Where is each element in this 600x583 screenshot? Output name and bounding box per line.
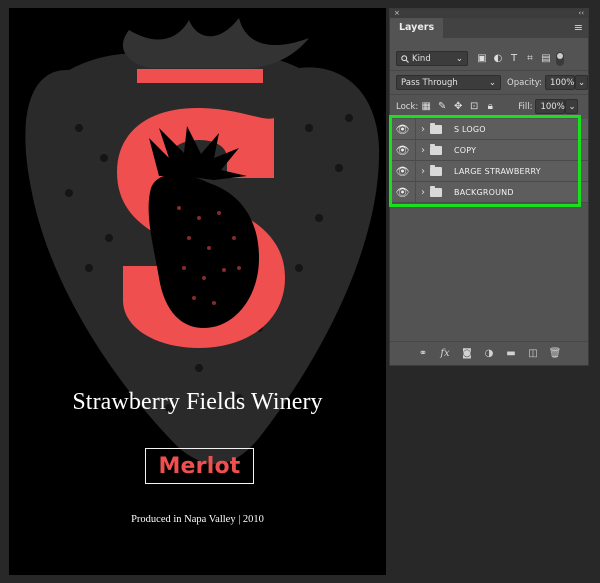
type-filter-icon[interactable]: T [506, 53, 522, 64]
link-icon[interactable]: ⚭ [415, 348, 431, 359]
layer-filter-row: Kind ⌄ ▣ ◐ T ⌗ ▤ [390, 51, 588, 66]
photoshop-workspace: Strawberry Fields Winery Merlot Produced… [0, 0, 600, 583]
winery-name: Strawberry Fields Winery [72, 389, 323, 415]
folder-icon [430, 185, 442, 197]
layers-bottom-toolbar: ⚭ fx ◙ ◑ ▬ ◫ 🗑︎ [390, 341, 588, 365]
lock-label: Lock: [396, 101, 419, 112]
lock-move-icon[interactable]: ✥ [450, 101, 466, 112]
visibility-eye-icon[interactable]: 👁︎ [390, 181, 416, 203]
wine-name: Merlot [158, 453, 241, 479]
expand-arrow-icon[interactable]: › [416, 187, 430, 198]
expand-arrow-icon[interactable]: › [416, 145, 430, 156]
produced-line: Produced in Napa Valley | 2010 [131, 514, 264, 525]
expand-arrow-icon[interactable]: › [416, 166, 430, 177]
chevron-down-icon: ⌄ [488, 77, 497, 88]
filter-toggle[interactable] [556, 51, 564, 66]
adjustment-filter-icon[interactable]: ◐ [490, 53, 506, 64]
panel-title-strip: × ‹‹ [390, 9, 588, 18]
panel-tab-row: Layers ≡ [390, 18, 588, 38]
blend-row: Pass Through ⌄ Opacity: 100% ⌄ [390, 75, 588, 90]
layer-row[interactable]: 👁︎ › LARGE STRAWBERRY [390, 160, 588, 182]
folder-icon [430, 164, 442, 176]
trash-icon[interactable]: 🗑︎ [547, 348, 563, 359]
lock-transparent-icon[interactable]: ▦ [418, 101, 434, 112]
tab-layers[interactable]: Layers [390, 18, 444, 38]
close-panel-icon[interactable]: × [394, 9, 400, 18]
layer-name: BACKGROUND [454, 187, 514, 197]
layers-panel: × ‹‹ Layers ≡ Kind ⌄ ▣ ◐ T ⌗ ▤ Pass Thro… [389, 8, 589, 366]
folder-icon [430, 122, 442, 134]
smart-object-filter-icon[interactable]: ▤ [538, 53, 554, 64]
divider [390, 70, 588, 71]
visibility-eye-icon[interactable]: 👁︎ [390, 160, 416, 182]
fill-input[interactable]: 100% [535, 99, 566, 114]
filter-kind-select[interactable]: Kind ⌄ [396, 51, 468, 66]
wine-badge: Merlot [145, 448, 254, 484]
lock-brush-icon[interactable]: ✎ [434, 101, 450, 112]
layer-row[interactable]: 👁︎ › COPY [390, 139, 588, 161]
collapse-panel-icon[interactable]: ‹‹ [578, 9, 584, 18]
strawberry-artwork [25, 18, 380, 465]
document-canvas[interactable]: Strawberry Fields Winery Merlot Produced… [9, 8, 386, 575]
adjustment-icon[interactable]: ◑ [481, 348, 497, 359]
visibility-eye-icon[interactable]: 👁︎ [390, 118, 416, 140]
panel-menu-icon[interactable]: ≡ [574, 18, 583, 38]
filter-kind-label: Kind [412, 53, 431, 64]
opacity-label: Opacity: [507, 77, 542, 88]
expand-arrow-icon[interactable]: › [416, 124, 430, 135]
new-layer-icon[interactable]: ◫ [525, 348, 541, 359]
visibility-eye-icon[interactable]: 👁︎ [390, 139, 416, 161]
folder-icon [430, 143, 442, 155]
blend-mode-value: Pass Through [401, 77, 458, 88]
pixel-filter-icon[interactable]: ▣ [474, 53, 490, 64]
group-icon[interactable]: ▬ [503, 348, 519, 359]
lock-artboard-icon[interactable]: ⊡ [466, 101, 482, 112]
opacity-input[interactable]: 100% [545, 75, 575, 90]
fx-icon[interactable]: fx [437, 348, 453, 359]
layer-name: S LOGO [454, 124, 486, 134]
shape-filter-icon[interactable]: ⌗ [522, 53, 538, 64]
layer-list: 👁︎ › S LOGO 👁︎ › COPY 👁︎ › LARGE STRAWBE… [390, 118, 588, 203]
layer-name: LARGE STRAWBERRY [454, 166, 541, 176]
divider [390, 94, 588, 95]
lock-all-icon[interactable]: 🔒︎ [482, 101, 498, 112]
s-logo-macron [137, 69, 263, 83]
layer-row[interactable]: 👁︎ › BACKGROUND [390, 181, 588, 203]
fill-label: Fill: [518, 101, 533, 112]
fill-slider-button[interactable]: ⌄ [565, 99, 579, 114]
blend-mode-select[interactable]: Pass Through ⌄ [396, 75, 502, 90]
layer-name: COPY [454, 145, 477, 155]
search-icon [401, 54, 409, 63]
opacity-slider-button[interactable]: ⌄ [575, 75, 588, 90]
mask-icon[interactable]: ◙ [459, 348, 475, 359]
chevron-down-icon: ⌄ [455, 53, 463, 64]
layer-row[interactable]: 👁︎ › S LOGO [390, 118, 588, 140]
lock-row: Lock: ▦ ✎ ✥ ⊡ 🔒︎ Fill: 100% ⌄ [390, 99, 588, 114]
